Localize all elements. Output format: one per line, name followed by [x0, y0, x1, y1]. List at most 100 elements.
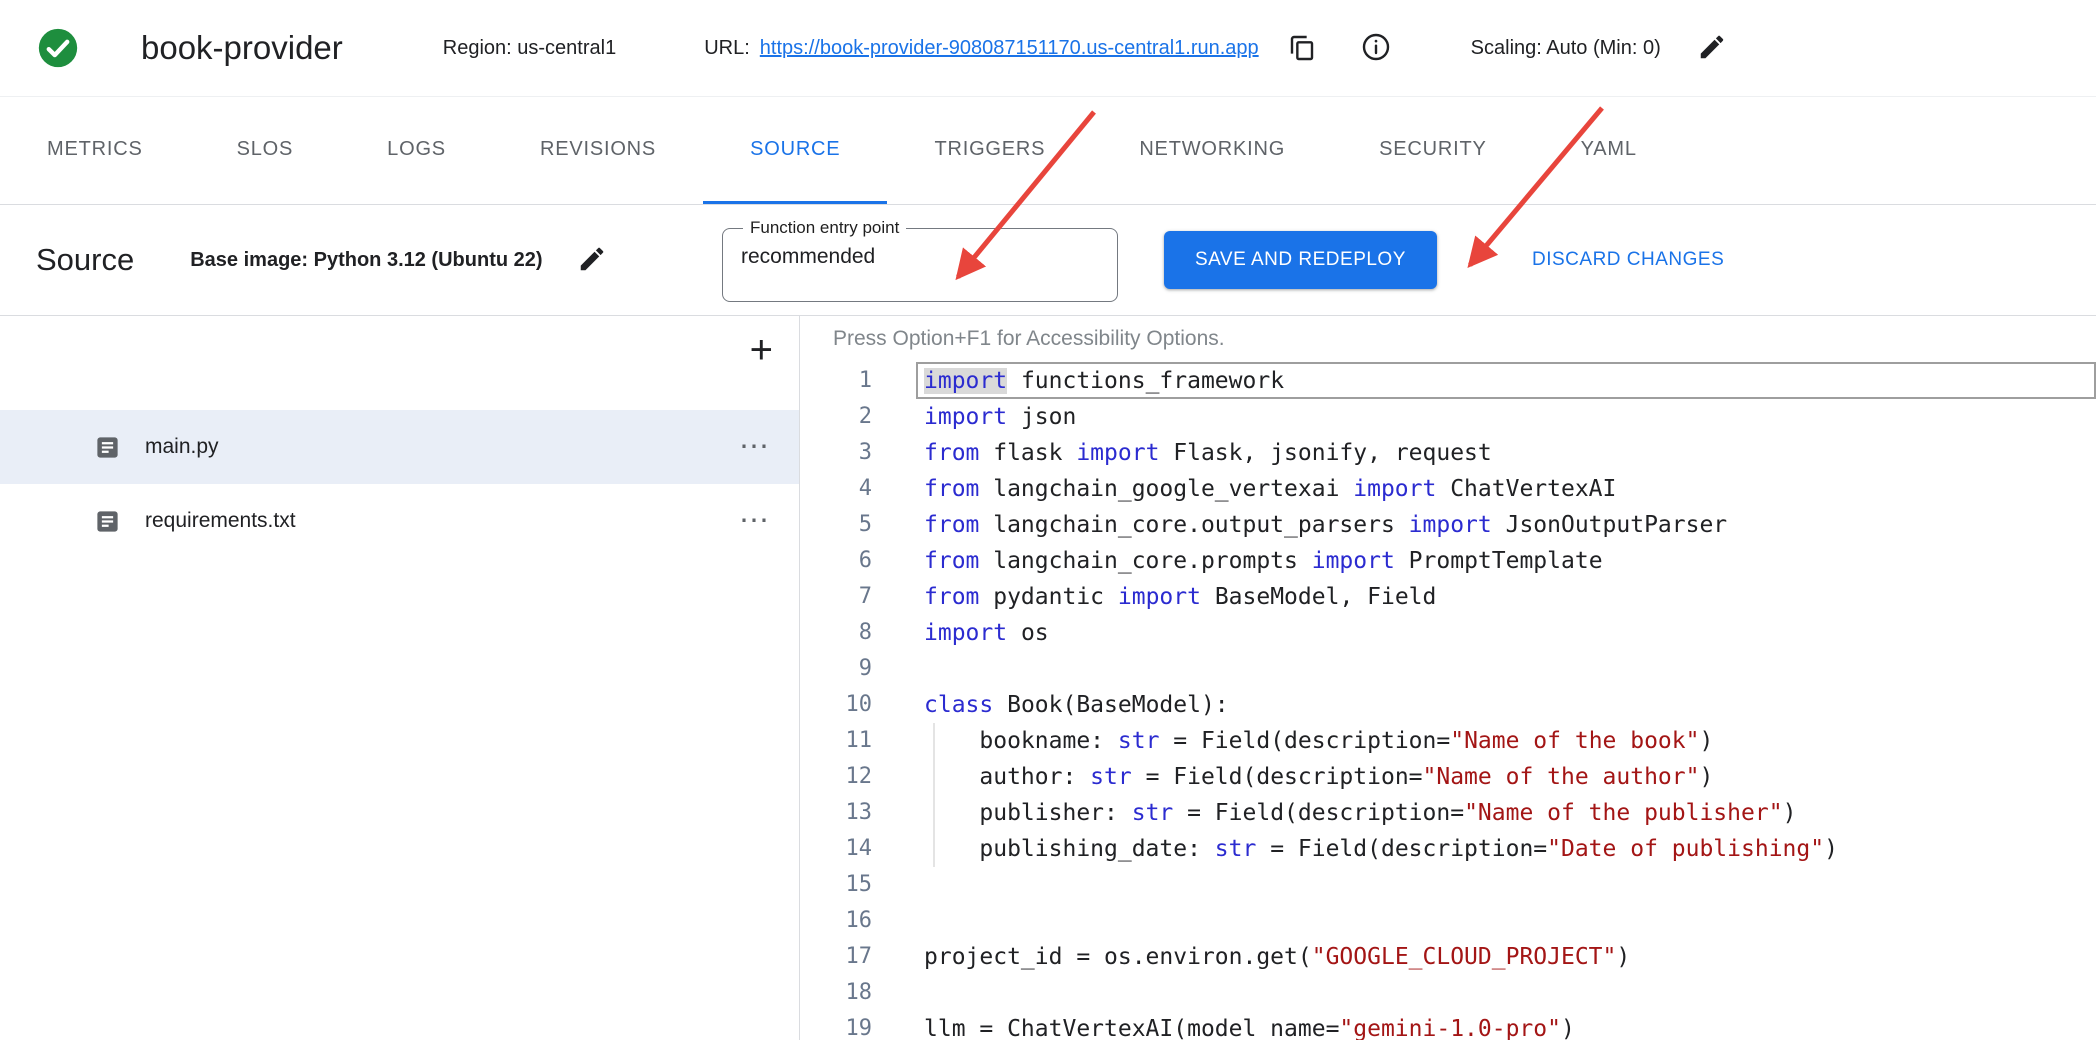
code-line-13[interactable]: 13 publisher: str = Field(description="N…: [800, 795, 2096, 831]
base-image-label: Base image: Python 3.12 (Ubuntu 22): [190, 249, 542, 272]
line-number: 14: [800, 831, 872, 867]
code-text: author: str = Field(description="Name of…: [924, 759, 1713, 795]
discard-changes-button[interactable]: DISCARD CHANGES: [1532, 205, 1724, 315]
tab-security[interactable]: SECURITY: [1332, 97, 1534, 204]
code-text: from langchain_google_vertexai import Ch…: [924, 471, 1616, 507]
function-entry-point-value[interactable]: recommended: [737, 238, 1103, 269]
service-title: book-provider: [141, 29, 343, 67]
line-number: 15: [800, 867, 872, 903]
save-and-redeploy-button[interactable]: SAVE AND REDEPLOY: [1164, 231, 1437, 289]
tab-slos[interactable]: SLOS: [190, 97, 341, 204]
scaling-label: Scaling: Auto (Min: 0): [1471, 37, 1661, 60]
tab-triggers[interactable]: TRIGGERS: [887, 97, 1092, 204]
line-number: 7: [800, 579, 872, 615]
code-text: bookname: str = Field(description="Name …: [924, 723, 1713, 759]
code-text: from langchain_core.prompts import Promp…: [924, 543, 1603, 579]
info-button[interactable]: [1359, 31, 1393, 65]
service-header: book-provider Region: us-central1 URL: h…: [0, 0, 2096, 97]
line-number: 4: [800, 471, 872, 507]
code-line-7[interactable]: 7 from pydantic import BaseModel, Field: [800, 579, 2096, 615]
edit-scaling-button[interactable]: [1695, 31, 1729, 65]
tab-networking[interactable]: NETWORKING: [1092, 97, 1332, 204]
line-number: 16: [800, 903, 872, 939]
code-text: import functions_framework: [924, 363, 1284, 399]
code-text: import json: [924, 399, 1076, 435]
file-icon: [94, 434, 121, 461]
line-number: 6: [800, 543, 872, 579]
region-label: Region: us-central1: [443, 37, 616, 60]
code-line-4[interactable]: 4 from langchain_google_vertexai import C…: [800, 471, 2096, 507]
code-line-5[interactable]: 5from langchain_core.output_parsers impo…: [800, 507, 2096, 543]
line-number: 13: [800, 795, 872, 831]
code-line-15[interactable]: 15: [800, 867, 2096, 903]
edit-base-image-button[interactable]: [575, 243, 609, 277]
code-line-14[interactable]: 14 publishing_date: str = Field(descript…: [800, 831, 2096, 867]
tab-yaml[interactable]: YAML: [1534, 97, 1684, 204]
line-number: 11: [800, 723, 872, 759]
code-line-3[interactable]: 3 from flask import Flask, jsonify, reque…: [800, 435, 2096, 471]
line-number: 5: [800, 507, 872, 543]
code-line-19[interactable]: 19 llm = ChatVertexAI(model_name="gemini-…: [800, 1011, 2096, 1040]
code-editor[interactable]: Press Option+F1 for Accessibility Option…: [800, 316, 2096, 1040]
info-icon: [1360, 31, 1392, 66]
line-number: 3: [800, 435, 872, 471]
code-text: import os: [924, 615, 1049, 651]
code-area: 1import functions_framework2import json3…: [800, 363, 2096, 1040]
code-line-2[interactable]: 2 import json: [800, 399, 2096, 435]
indent-guide: [933, 795, 935, 831]
code-line-12[interactable]: 12 author: str = Field(description="Name…: [800, 759, 2096, 795]
file-row-main.py[interactable]: main.py ⋯: [0, 410, 799, 484]
indent-guide: [933, 759, 935, 795]
code-line-9[interactable]: 9: [800, 651, 2096, 687]
code-text: from flask import Flask, jsonify, reques…: [924, 435, 1492, 471]
copy-url-button[interactable]: [1285, 31, 1319, 65]
line-number: 9: [800, 651, 872, 687]
file-list: main.py⋯requirements.txt⋯: [0, 410, 799, 558]
line-number: 19: [800, 1011, 872, 1040]
code-line-18[interactable]: 18: [800, 975, 2096, 1011]
tab-logs[interactable]: LOGS: [340, 97, 493, 204]
code-text: class Book(BaseModel):: [924, 687, 1229, 723]
accessibility-hint: Press Option+F1 for Accessibility Option…: [833, 327, 1225, 351]
code-line-17[interactable]: 17 project_id = os.environ.get("GOOGLE_CL…: [800, 939, 2096, 975]
line-number: 2: [800, 399, 872, 435]
tab-source[interactable]: SOURCE: [703, 97, 887, 204]
code-text: from pydantic import BaseModel, Field: [924, 579, 1436, 615]
code-line-8[interactable]: 8 import os: [800, 615, 2096, 651]
line-number: 8: [800, 615, 872, 651]
pencil-icon: [577, 244, 607, 277]
code-line-1[interactable]: 1 import functions_framework: [800, 363, 2096, 399]
file-name: main.py: [145, 435, 219, 459]
service-url-link[interactable]: https://book-provider-908087151170.us-ce…: [760, 37, 1259, 60]
code-text: llm = ChatVertexAI(model_name="gemini-1.…: [924, 1011, 1575, 1040]
code-text: publishing_date: str = Field(description…: [924, 831, 1838, 867]
code-text: publisher: str = Field(description="Name…: [924, 795, 1796, 831]
line-number: 10: [800, 687, 872, 723]
function-entry-point-label: Function entry point: [743, 218, 906, 238]
file-panel: + main.py⋯requirements.txt⋯: [0, 316, 800, 1040]
file-more-actions-button[interactable]: ⋯: [739, 506, 771, 536]
copy-icon: [1286, 31, 1318, 66]
pencil-icon: [1697, 32, 1727, 65]
tab-bar: METRICSSLOSLOGSREVISIONSSOURCETRIGGERSNE…: [0, 97, 2096, 205]
tab-revisions[interactable]: REVISIONS: [493, 97, 703, 204]
code-line-10[interactable]: 10 class Book(BaseModel):: [800, 687, 2096, 723]
url-label: URL:: [704, 37, 750, 60]
code-line-11[interactable]: 11 bookname: str = Field(description="Na…: [800, 723, 2096, 759]
indent-guide: [933, 723, 935, 759]
line-number: 17: [800, 939, 872, 975]
code-text: project_id = os.environ.get("GOOGLE_CLOU…: [924, 939, 1630, 975]
function-entry-point-field[interactable]: Function entry point recommended: [722, 218, 1118, 302]
cloud-run-source-page: book-provider Region: us-central1 URL: h…: [0, 0, 2096, 1042]
source-section-title: Source: [36, 242, 134, 278]
line-number: 18: [800, 975, 872, 1011]
code-line-6[interactable]: 6 from langchain_core.prompts import Prom…: [800, 543, 2096, 579]
file-icon: [94, 508, 121, 535]
tab-metrics[interactable]: METRICS: [0, 97, 190, 204]
file-row-requirements.txt[interactable]: requirements.txt⋯: [0, 484, 799, 558]
file-more-actions-button[interactable]: ⋯: [739, 432, 771, 462]
indent-guide: [933, 831, 935, 867]
add-file-button[interactable]: +: [750, 330, 773, 370]
line-number: 1: [800, 363, 872, 399]
code-line-16[interactable]: 16: [800, 903, 2096, 939]
